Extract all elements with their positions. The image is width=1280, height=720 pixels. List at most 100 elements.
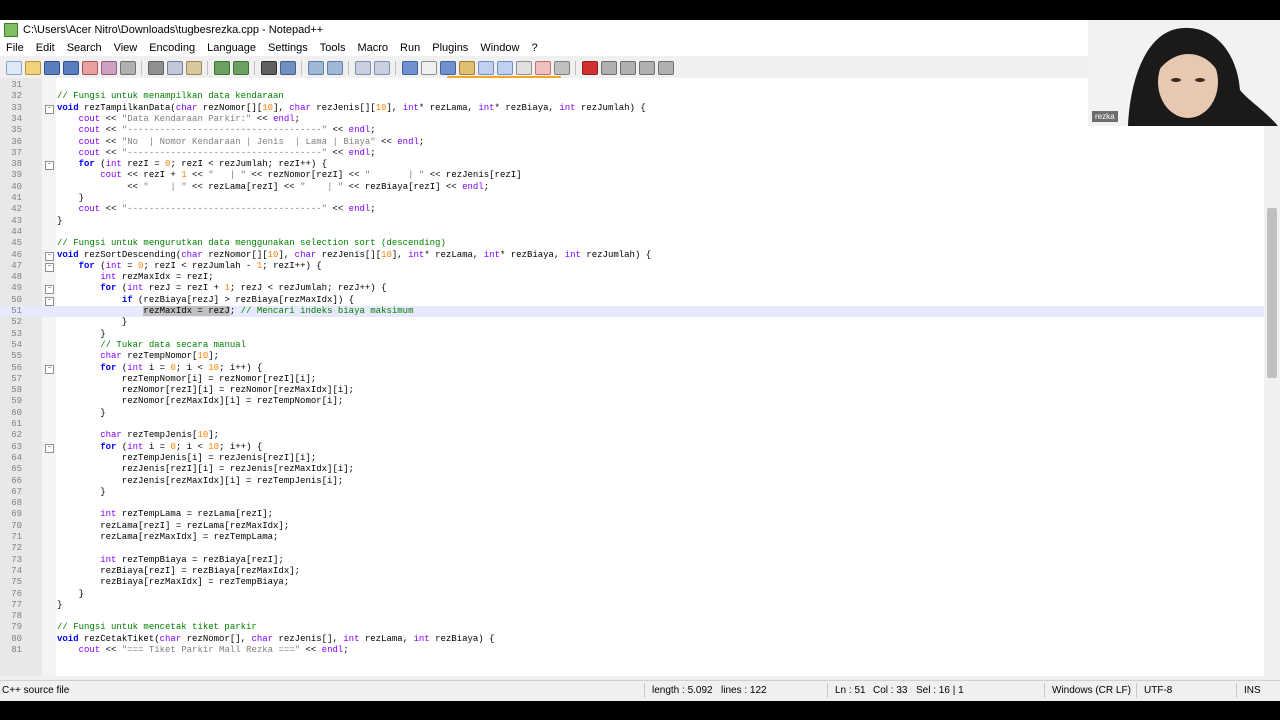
code-line[interactable]: 32 // Fungsi untuk menampilkan data kenda…: [0, 91, 1264, 102]
code-line[interactable]: 65 rezJenis[rezI][i] = rezJenis[rezMaxId…: [0, 464, 1264, 475]
menu-edit[interactable]: Edit: [30, 42, 61, 54]
code-line[interactable]: 75 rezBiaya[rezMaxIdx] = rezTempBiaya;: [0, 577, 1264, 588]
code-line[interactable]: 78: [0, 611, 1264, 622]
code-line[interactable]: 70 rezLama[rezI] = rezLama[rezMaxIdx];: [0, 521, 1264, 532]
code-line[interactable]: 52 }: [0, 317, 1264, 328]
code-line[interactable]: 42 cout << "----------------------------…: [0, 204, 1264, 215]
code-line[interactable]: 61: [0, 419, 1264, 430]
sync-horizontal-icon[interactable]: [373, 61, 390, 75]
zoom-in-icon[interactable]: [307, 61, 324, 75]
menu-tools[interactable]: Tools: [314, 42, 352, 54]
code-line[interactable]: 35 cout << "----------------------------…: [0, 125, 1264, 136]
menu-window[interactable]: Window: [474, 42, 525, 54]
code-line[interactable]: 79 // Fungsi untuk mencetak tiket parkir: [0, 622, 1264, 633]
close-all-icon[interactable]: [100, 61, 117, 75]
play-macro-icon[interactable]: [619, 61, 636, 75]
code-editor[interactable]: 31 32 // Fungsi untuk menampilkan data ken…: [0, 78, 1264, 676]
code-line[interactable]: 36 cout << "No | Nomor Kendaraan | Jenis…: [0, 137, 1264, 148]
code-line[interactable]: 57 rezTempNomor[i] = rezNomor[rezI][i];: [0, 374, 1264, 385]
doc-map-icon[interactable]: [477, 61, 494, 75]
menu-language[interactable]: Language: [201, 42, 262, 54]
code-line[interactable]: 33 − void rezTampilkanData(char rezNomor[]…: [0, 103, 1264, 114]
save-macro-icon[interactable]: [657, 61, 674, 75]
code-line[interactable]: 77}: [0, 600, 1264, 611]
save-icon[interactable]: [43, 61, 60, 75]
menu-run[interactable]: Run: [394, 42, 426, 54]
menu-encoding[interactable]: Encoding: [143, 42, 201, 54]
stop-macro-icon[interactable]: [600, 61, 617, 75]
new-file-icon[interactable]: [5, 61, 22, 75]
undo-icon[interactable]: [213, 61, 230, 75]
replace-icon[interactable]: [279, 61, 296, 75]
print-icon[interactable]: [119, 61, 136, 75]
word-wrap-icon[interactable]: [401, 61, 418, 75]
sync-vertical-icon[interactable]: [354, 61, 371, 75]
code-line[interactable]: 48 int rezMaxIdx = rezI;: [0, 272, 1264, 283]
find-icon[interactable]: [260, 61, 277, 75]
run-macro-multiple-icon[interactable]: [638, 61, 655, 75]
indent-guide-icon[interactable]: [439, 61, 456, 75]
save-all-icon[interactable]: [62, 61, 79, 75]
cut-icon[interactable]: [147, 61, 164, 75]
code-line[interactable]: 44: [0, 227, 1264, 238]
fold-toggle-icon[interactable]: −: [45, 296, 54, 306]
doc-list-icon[interactable]: [496, 61, 513, 75]
code-line[interactable]: 41 }: [0, 193, 1264, 204]
code-line[interactable]: 74 rezBiaya[rezI] = rezBiaya[rezMaxIdx];: [0, 566, 1264, 577]
code-line[interactable]: 59 rezNomor[rezMaxIdx][i] = rezTempNomor…: [0, 396, 1264, 407]
menu-search[interactable]: Search: [61, 42, 108, 54]
code-line[interactable]: 81 cout << "=== Tiket Parkir Mall Rezka …: [0, 645, 1264, 656]
function-list-icon[interactable]: [515, 61, 532, 75]
menu-plugins[interactable]: Plugins: [426, 42, 474, 54]
fold-toggle-icon[interactable]: −: [45, 262, 54, 272]
menu-view[interactable]: View: [108, 42, 144, 54]
code-line[interactable]: 43}: [0, 216, 1264, 227]
code-line[interactable]: 51 rezMaxIdx = rezJ; // Mencari indeks b…: [0, 306, 1264, 318]
code-line[interactable]: 46 − void rezSortDescending(char rezNomor[…: [0, 250, 1264, 261]
menu-macro[interactable]: Macro: [351, 42, 394, 54]
menu-help[interactable]: ?: [525, 42, 543, 54]
menu-settings[interactable]: Settings: [262, 42, 314, 54]
menu-file[interactable]: File: [0, 42, 30, 54]
code-line[interactable]: 69 int rezTempLama = rezLama[rezI];: [0, 509, 1264, 520]
code-line[interactable]: 40 << " | " << rezLama[rezI] << " | " <<…: [0, 182, 1264, 193]
code-line[interactable]: 66 rezJenis[rezMaxIdx][i] = rezTempJenis…: [0, 476, 1264, 487]
code-line[interactable]: 39 cout << rezI + 1 << " | " << rezNomor…: [0, 170, 1264, 181]
code-line[interactable]: 34 cout << "Data Kendaraan Parkir:" << e…: [0, 114, 1264, 125]
monitoring-icon[interactable]: [553, 61, 570, 75]
code-line[interactable]: 55 char rezTempNomor[10];: [0, 351, 1264, 362]
code-line[interactable]: 47 − for (int = 0; rezI < rezJumlah - 1; …: [0, 261, 1264, 272]
code-line[interactable]: 60 }: [0, 408, 1264, 419]
close-icon[interactable]: [81, 61, 98, 75]
code-line[interactable]: 45 // Fungsi untuk mengurutkan data mengg…: [0, 238, 1264, 249]
code-line[interactable]: 72: [0, 543, 1264, 554]
code-line[interactable]: 49 − for (int rezJ = rezI + 1; rezJ < rez…: [0, 283, 1264, 295]
fold-toggle-icon[interactable]: −: [45, 443, 54, 453]
udl-icon[interactable]: [458, 61, 475, 75]
show-all-chars-icon[interactable]: [420, 61, 437, 75]
code-line[interactable]: 73 int rezTempBiaya = rezBiaya[rezI];: [0, 555, 1264, 566]
code-line[interactable]: 64 rezTempJenis[i] = rezJenis[rezI][i];: [0, 453, 1264, 464]
code-line[interactable]: 54 // Tukar data secara manual: [0, 340, 1264, 351]
fold-toggle-icon[interactable]: −: [45, 251, 54, 261]
code-line[interactable]: 37 cout << "----------------------------…: [0, 148, 1264, 159]
code-line[interactable]: 71 rezLama[rezMaxIdx] = rezTempLama;: [0, 532, 1264, 543]
code-line[interactable]: 50 − if (rezBiaya[rezJ] > rezBiaya[rezMax…: [0, 295, 1264, 306]
paste-icon[interactable]: [185, 61, 202, 75]
zoom-out-icon[interactable]: [326, 61, 343, 75]
scrollbar-thumb[interactable]: [1267, 208, 1277, 378]
code-line[interactable]: 67 }: [0, 487, 1264, 498]
code-line[interactable]: 68: [0, 498, 1264, 509]
code-line[interactable]: 63 − for (int i = 0; i < 10; i++) {: [0, 442, 1264, 453]
code-line[interactable]: 58 rezNomor[rezI][i] = rezNomor[rezMaxId…: [0, 385, 1264, 396]
code-line[interactable]: 56 − for (int i = 0; i < 10; i++) {: [0, 363, 1264, 374]
record-macro-icon[interactable]: [581, 61, 598, 75]
open-file-icon[interactable]: [24, 61, 41, 75]
code-line[interactable]: 62 char rezTempJenis[10];: [0, 430, 1264, 441]
code-line[interactable]: 76 }: [0, 589, 1264, 600]
fold-toggle-icon[interactable]: −: [45, 161, 54, 171]
code-line[interactable]: 31: [0, 80, 1264, 91]
fold-toggle-icon[interactable]: −: [45, 285, 54, 295]
vertical-scrollbar[interactable]: [1264, 78, 1280, 676]
fold-toggle-icon[interactable]: −: [45, 104, 54, 114]
